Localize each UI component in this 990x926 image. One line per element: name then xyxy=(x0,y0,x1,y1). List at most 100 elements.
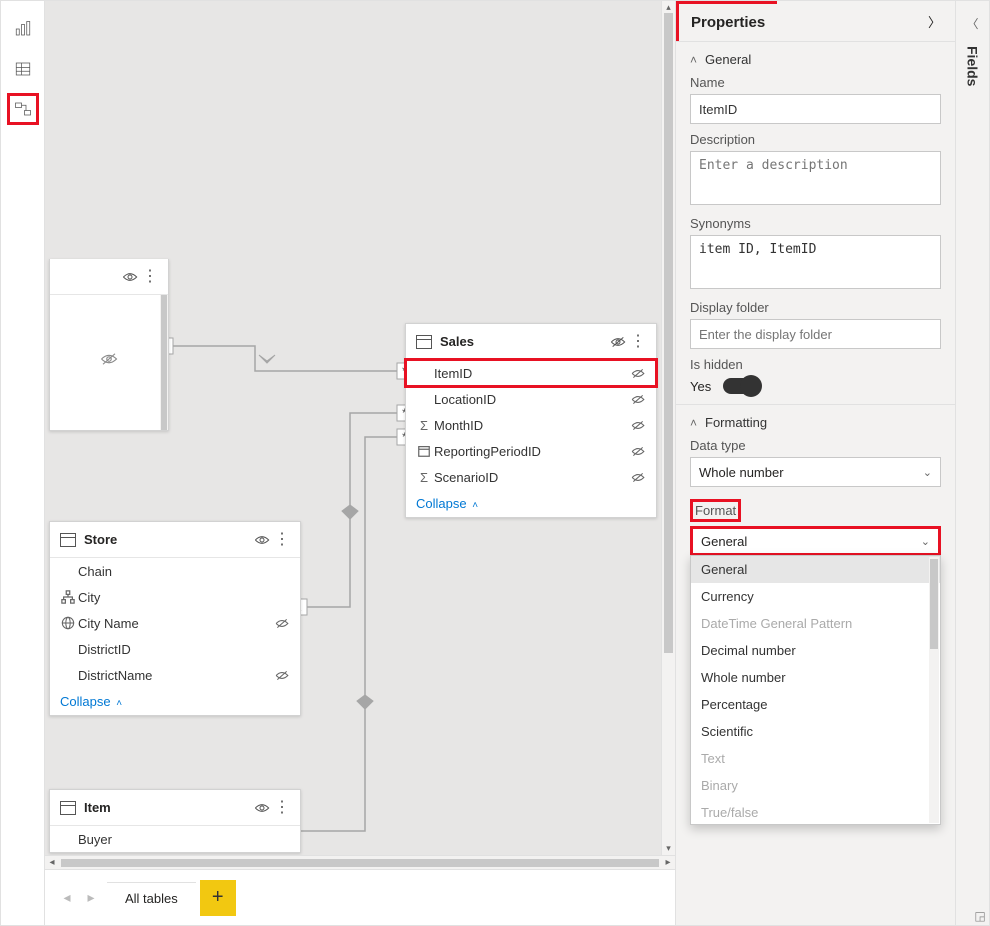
table-icon xyxy=(58,801,78,815)
section-title: General xyxy=(705,52,751,67)
field-label: MonthID xyxy=(434,418,628,433)
canvas-vertical-scrollbar[interactable]: ▴▾ xyxy=(661,1,675,855)
format-option-currency[interactable]: Currency xyxy=(691,583,940,610)
collapse-link[interactable]: Collapse ˄ xyxy=(50,688,300,715)
label-synonyms: Synonyms xyxy=(690,216,941,231)
page-bar: ◂ ▸ All tables + xyxy=(45,869,675,925)
visibility-icon[interactable] xyxy=(120,271,140,283)
canvas-horizontal-scrollbar[interactable]: ◂▸ xyxy=(45,855,675,869)
field-label: ReportingPeriodID xyxy=(434,444,628,459)
field-label: City xyxy=(78,590,272,605)
table-card-unknown[interactable]: ⋮ xyxy=(49,259,169,431)
format-option-scientific[interactable]: Scientific xyxy=(691,718,940,745)
hidden-icon[interactable] xyxy=(628,472,648,483)
chevron-down-icon: ⌄ xyxy=(923,466,932,479)
field-cityname[interactable]: City Name xyxy=(50,610,300,636)
add-page-button[interactable]: + xyxy=(200,880,236,916)
hidden-icon[interactable] xyxy=(608,336,628,348)
format-select[interactable]: General ⌄ xyxy=(690,526,941,556)
table-icon xyxy=(414,335,434,349)
field-label: LocationID xyxy=(434,392,628,407)
sigma-icon: Σ xyxy=(414,470,434,485)
resize-handle-icon[interactable]: ◲ xyxy=(973,909,987,923)
synonyms-input[interactable]: item ID, ItemID xyxy=(690,235,941,289)
expand-fields-button[interactable]: 〈 xyxy=(966,15,978,32)
label-is-hidden: Is hidden xyxy=(690,357,941,372)
hidden-icon xyxy=(100,352,118,369)
page-tab-all-tables[interactable]: All tables xyxy=(107,882,196,914)
name-input[interactable] xyxy=(690,94,941,124)
table-card-store[interactable]: Store ⋮ Chain City City Name DistrictID … xyxy=(49,521,301,716)
table-title: Sales xyxy=(440,334,608,349)
format-dropdown: General Currency DateTime General Patter… xyxy=(690,555,941,825)
field-districtid[interactable]: DistrictID xyxy=(50,636,300,662)
label-format: Format xyxy=(690,499,941,522)
hidden-icon[interactable] xyxy=(628,368,648,379)
format-option-binary: Binary xyxy=(691,772,940,799)
model-view-button[interactable] xyxy=(7,93,39,125)
report-view-button[interactable] xyxy=(7,13,39,45)
more-menu-icon[interactable]: ⋮ xyxy=(272,538,292,542)
visibility-icon[interactable] xyxy=(252,534,272,546)
format-option-decimal[interactable]: Decimal number xyxy=(691,637,940,664)
prev-page-button[interactable]: ◂ xyxy=(55,886,79,910)
format-option-percentage[interactable]: Percentage xyxy=(691,691,940,718)
field-chain[interactable]: Chain xyxy=(50,558,300,584)
field-buyer[interactable]: Buyer xyxy=(50,826,300,852)
table-title: Store xyxy=(84,532,252,547)
model-icon xyxy=(14,100,32,118)
section-head-general[interactable]: ˄General xyxy=(690,52,941,67)
table-header-store: Store ⋮ xyxy=(50,522,300,558)
visibility-icon[interactable] xyxy=(252,802,272,814)
chevron-down-icon: ⌄ xyxy=(921,535,930,548)
table-header: ⋮ xyxy=(50,259,168,295)
field-locationid[interactable]: LocationID xyxy=(406,386,656,412)
calendar-icon xyxy=(414,444,434,458)
next-page-button[interactable]: ▸ xyxy=(79,886,103,910)
format-option-truefalse: True/false xyxy=(691,799,940,825)
field-city[interactable]: City xyxy=(50,584,300,610)
format-option-whole[interactable]: Whole number xyxy=(691,664,940,691)
sigma-icon: Σ xyxy=(414,418,434,433)
table-header-sales: Sales ⋮ xyxy=(406,324,656,360)
data-type-select[interactable]: Whole number ⌄ xyxy=(690,457,941,487)
collapse-link[interactable]: Collapse ˄ xyxy=(406,490,656,517)
display-folder-input[interactable] xyxy=(690,319,941,349)
section-title: Formatting xyxy=(705,415,767,430)
more-menu-icon[interactable]: ⋮ xyxy=(140,275,160,279)
format-option-text: Text xyxy=(691,745,940,772)
model-canvas[interactable]: 1 * 1 * * ⋮ xyxy=(45,1,675,869)
card-scrollbar[interactable] xyxy=(160,295,168,430)
field-itemid[interactable]: ItemID xyxy=(406,360,656,386)
collapse-properties-button[interactable]: 〉 xyxy=(928,12,941,31)
label-description: Description xyxy=(690,132,941,147)
table-icon xyxy=(58,533,78,547)
table-card-sales[interactable]: Sales ⋮ ItemID LocationID Σ MonthID xyxy=(405,323,657,518)
globe-icon xyxy=(58,616,78,630)
table-icon xyxy=(14,60,32,78)
format-option-general[interactable]: General xyxy=(691,556,940,583)
hidden-icon[interactable] xyxy=(628,446,648,457)
hidden-icon[interactable] xyxy=(272,618,292,629)
data-view-button[interactable] xyxy=(7,53,39,85)
field-label: Chain xyxy=(78,564,272,579)
field-districtname[interactable]: DistrictName xyxy=(50,662,300,688)
fields-panel-collapsed[interactable]: 〈 Fields xyxy=(955,1,989,925)
field-reportingperiodid[interactable]: ReportingPeriodID xyxy=(406,438,656,464)
table-card-item[interactable]: Item ⋮ Buyer xyxy=(49,789,301,853)
hidden-icon[interactable] xyxy=(628,420,648,431)
hidden-icon[interactable] xyxy=(628,394,648,405)
field-monthid[interactable]: Σ MonthID xyxy=(406,412,656,438)
section-general: ˄General Name Description Synonyms item … xyxy=(676,41,955,404)
description-input[interactable] xyxy=(690,151,941,205)
more-menu-icon[interactable]: ⋮ xyxy=(272,806,292,810)
is-hidden-toggle[interactable] xyxy=(723,378,761,394)
hidden-icon[interactable] xyxy=(272,670,292,681)
field-label: DistrictName xyxy=(78,668,272,683)
select-value: Whole number xyxy=(699,465,784,480)
section-head-formatting[interactable]: ˄Formatting xyxy=(690,415,941,430)
field-scenarioid[interactable]: Σ ScenarioID xyxy=(406,464,656,490)
more-menu-icon[interactable]: ⋮ xyxy=(628,340,648,344)
properties-title: Properties xyxy=(691,14,765,31)
dropdown-scrollbar[interactable] xyxy=(929,557,939,823)
